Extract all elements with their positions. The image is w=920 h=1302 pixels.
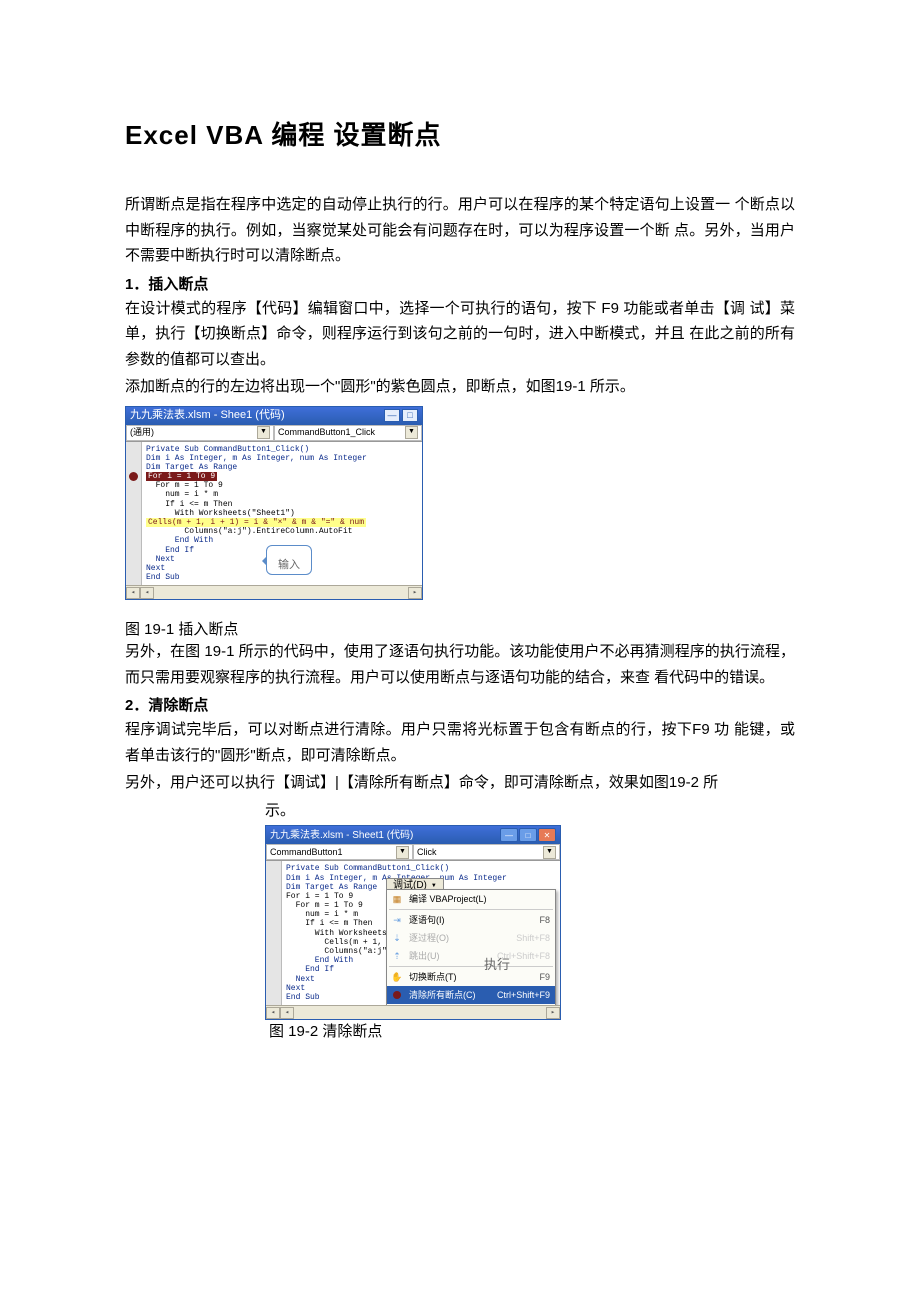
figure-19-2: 九九乘法表.xlsm - Sheet1 (代码) — □ ✕ CommandBu… [265,825,795,1041]
code-line: End With [146,536,419,545]
chevron-down-icon: ▼ [405,426,418,439]
procedure-dropdown[interactable]: CommandButton1_Click ▼ [274,425,422,441]
scroll-left-icon[interactable]: ◂ [126,587,140,599]
horizontal-scrollbar[interactable]: ◂ ◂ ▸ [126,585,422,599]
menu-item-step-out: ⇡ 跳出(U) Ctrl+Shift+F8 [387,947,555,965]
section-1-p1: 在设计模式的程序【代码】编辑窗口中，选择一个可执行的语句，按下 F9 功能或者单… [125,296,795,373]
code-line: Private Sub CommandButton1_Click() [286,864,557,873]
code-line: With Worksheets("Sheet1") [146,509,419,518]
menu-label: 逐过程(O) [409,933,449,943]
breakpoint-dot-icon[interactable] [129,472,138,481]
window-title: 九九乘法表.xlsm - Sheet1 (代码) [270,830,413,842]
code-line: Private Sub CommandButton1_Click() [146,445,419,454]
procedure-dropdown[interactable]: Click ▼ [413,844,560,860]
vbe-titlebar: 九九乘法表.xlsm - Shee1 (代码) — □ [126,407,422,425]
menu-shortcut: Shift+F8 [506,933,550,943]
step-over-icon: ⇣ [390,931,404,945]
code-line: Columns("a:j").EntireColumn.AutoFit [146,527,419,536]
section-2-p1: 程序调试完毕后，可以对断点进行清除。用户只需将光标置于包含有断点的行，按下F9 … [125,717,795,768]
close-icon[interactable]: ✕ [538,828,556,842]
vbe-window: 九九乘法表.xlsm - Shee1 (代码) — □ (通用) ▼ Comma… [125,406,423,601]
object-proc-dropdowns: CommandButton1 ▼ Click ▼ [266,844,560,861]
compile-icon: ▦ [390,892,404,906]
input-callout: 输入 [266,545,312,575]
section-1-heading: 1．插入断点 [125,273,795,294]
figure-19-1-caption: 图 19-1 插入断点 [125,618,795,639]
menu-item-step-over: ⇣ 逐过程(O) Shift+F8 [387,929,555,947]
menu-item-toggle-breakpoint[interactable]: ✋ 切换断点(T) F9 [387,968,555,986]
horizontal-scrollbar[interactable]: ◂ ◂ ▸ [266,1005,560,1019]
vbe-window: 九九乘法表.xlsm - Sheet1 (代码) — □ ✕ CommandBu… [265,825,561,1020]
menu-shortcut: F8 [529,915,550,925]
code-line: Dim i As Integer, m As Integer, num As I… [146,454,419,463]
step-out-icon: ⇡ [390,949,404,963]
highlighted-line: Cells(m + 1, i + 1) = i & "×" & m & "=" … [146,518,366,527]
scroll-right-icon[interactable]: ▸ [546,1007,560,1019]
object-dropdown[interactable]: (通用) ▼ [126,425,274,441]
window-title: 九九乘法表.xlsm - Shee1 (代码) [130,409,285,422]
object-dropdown-label: (通用) [130,427,154,437]
object-dropdown[interactable]: CommandButton1 ▼ [266,844,413,860]
menu-label: 清除所有断点(C) [409,990,476,1000]
menu-separator [389,966,553,967]
page-title: Excel VBA 编程 设置断点 [125,115,795,152]
menu-label: 跳出(U) [409,951,440,961]
menu-label: 逐语句(I) [409,915,445,925]
vbe-titlebar: 九九乘法表.xlsm - Sheet1 (代码) — □ ✕ [266,826,560,844]
code-area[interactable]: Private Sub CommandButton1_Click() Dim i… [126,442,422,586]
scroll-left-icon[interactable]: ◂ [266,1007,280,1019]
section-1-p3: 另外，在图 19-1 所示的代码中，使用了逐语句执行功能。该功能使用户不必再猜测… [125,639,795,690]
menu-shortcut: Ctrl+Shift+F9 [487,990,550,1000]
procedure-dropdown-label: Click [417,847,437,857]
chevron-down-icon: ▼ [257,426,270,439]
menu-item-step-into[interactable]: ⇥ 逐语句(I) F8 [387,911,555,929]
hand-icon: ✋ [390,970,404,984]
execute-annotation: 执行 [484,958,510,973]
chevron-down-icon: ▼ [396,846,409,859]
scroll-right-icon[interactable]: ▸ [408,587,422,599]
section-2-heading: 2．清除断点 [125,694,795,715]
object-proc-dropdowns: (通用) ▼ CommandButton1_Click ▼ [126,425,422,442]
figure-19-2-caption: 图 19-2 清除断点 [269,1020,382,1041]
debug-dropdown-menu: ▦ 编译 VBAProject(L) ⇥ 逐语句(I) F8 ⇣ 逐过程(O) … [386,889,556,1005]
procedure-dropdown-label: CommandButton1_Click [278,427,375,437]
menu-label: 编译 VBAProject(L) [409,894,487,904]
code-line: If i <= m Then [146,500,419,509]
object-dropdown-label: CommandButton1 [270,847,343,857]
menu-item-clear-all-breakpoints[interactable]: 清除所有断点(C) Ctrl+Shift+F9 [387,986,555,1004]
code-line: For m = 1 To 9 [146,481,419,490]
maximize-icon[interactable]: □ [402,409,418,422]
code-line: num = i * m [146,490,419,499]
menu-item-compile[interactable]: ▦ 编译 VBAProject(L) [387,890,555,908]
menu-separator [389,909,553,910]
menu-label: 切换断点(T) [409,972,457,982]
minimize-icon[interactable]: — [384,409,400,422]
chevron-down-icon: ▼ [543,846,556,859]
breakpoint-icon [390,988,404,1002]
code-line: Dim Target As Range [146,463,419,472]
intro-paragraph: 所谓断点是指在程序中选定的自动停止执行的行。用户可以在程序的某个特定语句上设置一… [125,192,795,269]
section-2-p2: 另外，用户还可以执行【调试】|【清除所有断点】命令，即可清除断点，效果如图19-… [125,770,795,796]
scroll-left-icon-2[interactable]: ◂ [280,1007,294,1019]
section-2-p2-tail: 示。 [265,798,795,824]
breakpoint-line: For i = 1 To 9 [146,472,217,481]
menu-shortcut: F9 [529,972,550,982]
step-into-icon: ⇥ [390,913,404,927]
figure-19-1: 九九乘法表.xlsm - Shee1 (代码) — □ (通用) ▼ Comma… [125,406,795,601]
section-1-p2: 添加断点的行的左边将出现一个"圆形"的紫色圆点，即断点，如图19-1 所示。 [125,374,795,400]
code-gutter[interactable] [126,442,142,586]
maximize-icon[interactable]: □ [519,828,537,842]
code-gutter[interactable] [266,861,282,1005]
code-area[interactable]: Private Sub CommandButton1_Click() Dim i… [266,861,560,1005]
minimize-icon[interactable]: — [500,828,518,842]
scroll-left-icon-2[interactable]: ◂ [140,587,154,599]
